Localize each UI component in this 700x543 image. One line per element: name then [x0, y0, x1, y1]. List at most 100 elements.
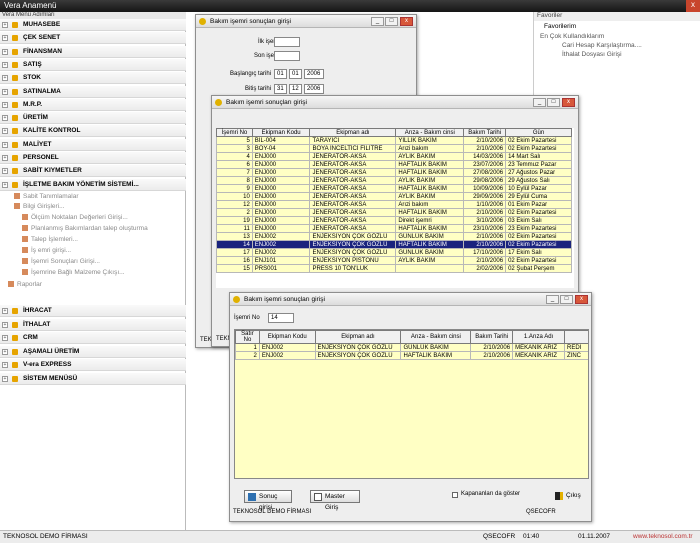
close-button[interactable]: x — [400, 17, 413, 26]
expand-icon[interactable]: + — [2, 348, 8, 355]
menu-item[interactable]: + ÜRETİM — [0, 112, 186, 125]
minimize-button[interactable]: _ — [546, 295, 559, 304]
table-row[interactable]: 5 BIL-004 TARAYICI YILLIK BAKIM 2/10/2006 02 … — [216, 136, 572, 145]
menu-item[interactable]: + V-era EXPRESS — [0, 359, 186, 372]
baslangic-year[interactable]: 2006 — [304, 69, 324, 79]
expand-icon[interactable]: + — [2, 35, 8, 42]
menu-item[interactable]: + SABİT KIYMETLER — [0, 165, 186, 178]
expand-icon[interactable]: + — [2, 141, 8, 148]
expand-icon[interactable]: + — [2, 128, 8, 135]
column-header[interactable]: 1.Arıza Adı — [512, 330, 566, 344]
expand-icon[interactable]: + — [2, 362, 8, 369]
menu-item[interactable]: + KALİTE KONTROL — [0, 125, 186, 138]
cikis-button[interactable]: Çıkış — [552, 490, 586, 503]
table-row[interactable]: 14 ENJ002 ENJEKSİYON ÇOK GÖZLÜ HAFTALIK BAK… — [216, 240, 572, 249]
expand-icon[interactable]: + — [2, 48, 8, 55]
maximize-button[interactable]: □ — [560, 295, 573, 304]
baslangic-month[interactable]: 01 — [289, 69, 302, 79]
table-row[interactable]: 9 ENJ000 JENERATÖR-AKSA HAFTALIK BAKIM 10/09… — [216, 184, 572, 193]
expand-icon[interactable]: + — [2, 88, 8, 95]
column-header[interactable]: Ekipman adı — [314, 330, 402, 344]
close-button[interactable]: x — [575, 295, 588, 304]
column-header[interactable]: Satır No — [235, 330, 260, 344]
submenu-item[interactable]: Sabit Tanımlamalar — [14, 193, 79, 200]
minimize-button[interactable]: _ — [371, 17, 384, 26]
isemri-input[interactable]: 14 — [268, 313, 294, 323]
table-row[interactable]: 2 ENJ000 JENERATÖR-AKSA HAFTALIK BAKIM 2/10/… — [216, 208, 572, 217]
column-header[interactable]: Bakım Tarihi — [463, 128, 507, 137]
submenu-item[interactable]: Ölçüm Noktaları Değerleri Girişi... — [22, 214, 128, 221]
baslangic-day[interactable]: 01 — [274, 69, 287, 79]
table-row[interactable]: 2 ENJ002 ENJEKSİYON ÇOK GÖZLÜ HAFTALIK BAKI… — [235, 351, 588, 360]
maximize-button[interactable]: □ — [385, 17, 398, 26]
table-row[interactable]: 1 ENJ002 ENJEKSİYON ÇOK GÖZLÜ GÜNLÜK BAKIM 2… — [235, 343, 588, 352]
expand-icon[interactable]: + — [2, 75, 8, 82]
table-row[interactable]: 15 PRS001 PRESS 10 TON'LUK 2/02/2006 02 Şuba… — [216, 264, 572, 273]
expand-icon[interactable]: + — [2, 321, 8, 328]
menu-item[interactable]: + AŞAMALI ÜRETİM — [0, 345, 186, 358]
menu-item[interactable]: + MALİYET — [0, 138, 186, 151]
expand-icon[interactable]: + — [2, 155, 8, 161]
favorite-item-cari[interactable]: Cari Hesap Karşılaştırma.... — [534, 40, 700, 49]
expand-icon[interactable]: + — [2, 101, 8, 108]
table-row[interactable]: 7 ENJ000 JENERATÖR-AKSA HAFTALIK BAKIM 27/08… — [216, 168, 572, 177]
table-row[interactable]: 10 ENJ000 JENERATÖR-AKSA AYLIK BAKIM 29/09/2… — [216, 192, 572, 201]
expand-icon[interactable]: + — [2, 335, 8, 342]
bitis-day[interactable]: 31 — [274, 84, 287, 94]
app-close-button[interactable]: x — [686, 0, 700, 12]
favorite-item-ithalat[interactable]: İthalat Dosyası Girişi — [534, 49, 700, 58]
menu-item[interactable]: + STOK — [0, 72, 186, 85]
expand-icon[interactable]: + — [2, 168, 8, 175]
menu-item[interactable]: + İHRACAT — [0, 305, 186, 317]
table-row[interactable]: 8 ENJ000 JENERATÖR-AKSA AYLIK BAKIM 29/08/20… — [216, 176, 572, 185]
table-row[interactable]: 4 ENJ000 JENERATÖR-AKSA AYLIK BAKIM 14/03/20… — [216, 152, 572, 161]
master-giris-button[interactable]: Master Giriş — [310, 490, 360, 511]
menu-item[interactable]: + SATINALMA — [0, 85, 186, 98]
submenu-item[interactable]: Talep İşlemleri... — [22, 236, 78, 243]
expand-icon[interactable]: + — [2, 376, 8, 382]
favorites-group[interactable]: En Çok Kullandıklarım — [534, 30, 700, 40]
table-row[interactable]: 13 ENJ002 ENJEKSİYON ÇOK GÖZLÜ GÜNLÜK BAKIM… — [216, 232, 572, 241]
menu-item[interactable]: + SİSTEM MENÜSÜ — [0, 373, 186, 385]
submenu-item[interactable]: Raporlar — [8, 281, 42, 288]
expand-icon[interactable]: + — [2, 22, 8, 28]
close-button[interactable]: x — [562, 98, 575, 107]
menu-item[interactable]: + CRM — [0, 332, 186, 345]
menu-item[interactable]: + MUHASEBE — [0, 19, 186, 31]
minimize-button[interactable]: _ — [533, 98, 546, 107]
menu-item[interactable]: + İTHALAT — [0, 318, 186, 331]
expand-icon[interactable]: + — [2, 115, 8, 122]
submenu-item[interactable]: Planlanmış Bakımlardan talep oluşturma — [22, 225, 148, 232]
table-row[interactable]: 12 ENJ000 JENERATÖR-AKSA Arızi bakım 1/10/20… — [216, 200, 572, 209]
column-header[interactable] — [564, 330, 588, 344]
son-isemri-input[interactable] — [274, 51, 300, 61]
menu-item[interactable]: + PERSONEL — [0, 152, 186, 164]
favorites-header[interactable]: Favorilerim — [534, 21, 700, 30]
bitis-month[interactable]: 12 — [289, 84, 302, 94]
sonuc-girisi-button[interactable]: Sonuç girişi — [244, 490, 292, 511]
submenu-item[interactable]: Bilgi Girişleri... — [14, 203, 65, 210]
expand-icon[interactable]: + — [2, 61, 8, 68]
table-row[interactable]: 6 ENJ000 JENERATÖR-AKSA HAFTALIK BAKIM 23/07… — [216, 160, 572, 169]
column-header[interactable]: Gün — [505, 128, 572, 137]
ilk-isemri-input[interactable] — [274, 37, 300, 47]
menu-item[interactable]: + ÇEK SENET — [0, 32, 186, 45]
maximize-button[interactable]: □ — [547, 98, 560, 107]
submenu-item[interactable]: İşemri Sonuçları Girişi... — [22, 258, 100, 265]
column-header[interactable]: Ekipman Kodu — [258, 330, 316, 344]
column-header[interactable]: Ekipman Kodu — [251, 128, 311, 137]
submenu-item[interactable]: İş emri girişi... — [22, 247, 71, 254]
kapananlar-checkbox[interactable] — [452, 492, 458, 498]
expand-icon[interactable]: + — [2, 181, 8, 188]
bitis-year[interactable]: 2006 — [304, 84, 324, 94]
menu-item[interactable]: + İŞLETME BAKIM YÖNETİM SİSTEMİ... — [0, 178, 186, 191]
table-row[interactable]: 3 BOY-04 BOYA İNCELTİCİ FİLİTRE Arızi bakım… — [216, 144, 572, 153]
column-header[interactable]: İşemri No — [216, 128, 253, 137]
menu-item[interactable]: + FİNANSMAN — [0, 45, 186, 58]
table-row[interactable]: 19 ENJ000 JENERATÖR-AKSA Direkt işemri 3/10/… — [216, 216, 572, 225]
column-header[interactable]: Arıza - Bakım cinsi — [400, 330, 472, 344]
submenu-item[interactable]: İşemrine Bağlı Malzeme Çıkışı... — [22, 269, 125, 276]
table-row[interactable]: 16 ENJ101 ENJEKSİYON PİSTONU AYLIK BAKIM 2/1… — [216, 256, 572, 265]
expand-icon[interactable]: + — [2, 308, 8, 314]
column-header[interactable]: Bakım Tarihi — [470, 330, 514, 344]
